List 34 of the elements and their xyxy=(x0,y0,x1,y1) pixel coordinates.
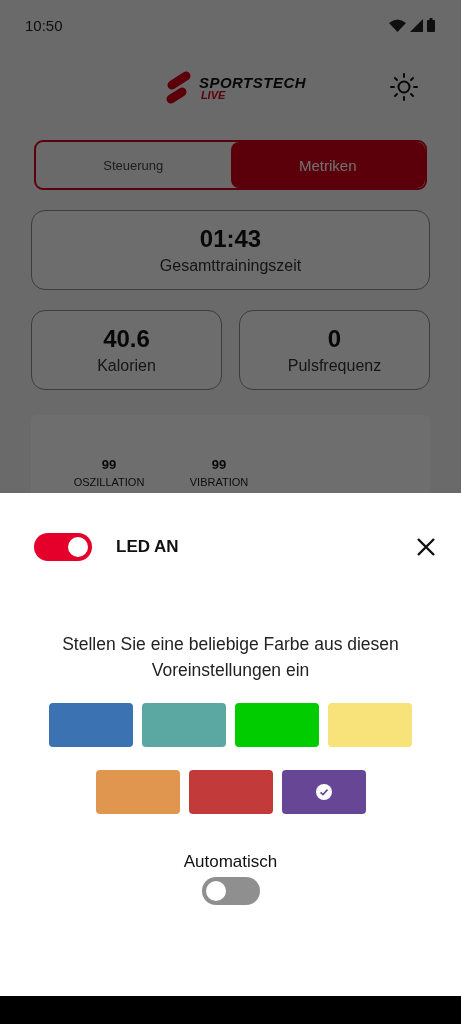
auto-toggle[interactable] xyxy=(201,877,260,905)
color-swatch[interactable] xyxy=(95,770,180,814)
color-swatch[interactable] xyxy=(235,703,319,747)
tab[interactable]: Metriken xyxy=(230,142,425,188)
color-swatch[interactable] xyxy=(49,703,133,747)
color-swatch[interactable] xyxy=(328,703,412,747)
battery-icon xyxy=(427,18,435,32)
tab[interactable]: Steuerung xyxy=(36,142,231,188)
led-label: LED AN xyxy=(116,537,180,557)
metric-value: 0 xyxy=(327,325,342,353)
color-swatch[interactable] xyxy=(281,770,366,814)
stat-value: 99 xyxy=(101,457,117,472)
check-icon xyxy=(315,784,332,800)
metric-label: Gesamttrainingszeit xyxy=(159,257,302,275)
metric-value: 40.6 xyxy=(103,325,150,353)
metric-label: Pulsfrequenz xyxy=(287,357,382,375)
wifi-icon xyxy=(389,18,406,32)
metric-label: Kalorien xyxy=(97,357,156,375)
led-toggle[interactable] xyxy=(34,533,92,561)
close-icon[interactable] xyxy=(417,538,435,556)
status-time: 10:50 xyxy=(25,16,63,34)
logo-icon xyxy=(164,71,193,104)
stat-label: VIBRATION xyxy=(189,476,249,488)
metric-value: 01:43 xyxy=(199,225,262,253)
color-swatch[interactable] xyxy=(188,770,273,814)
stat-label: OSZILLATION xyxy=(73,476,145,488)
brand-subtitle: LIVE xyxy=(200,89,227,101)
sun-icon[interactable] xyxy=(390,73,418,101)
stat-value: 99 xyxy=(211,457,227,472)
brand-name: SPORTSTECH xyxy=(198,74,307,90)
signal-icon xyxy=(410,18,423,32)
prompt-text: Stellen Sie eine beliebige Farbe aus diesen Voreinstellungen ein xyxy=(61,633,400,682)
auto-label: Automatisch xyxy=(183,852,278,872)
color-swatch[interactable] xyxy=(142,703,226,747)
